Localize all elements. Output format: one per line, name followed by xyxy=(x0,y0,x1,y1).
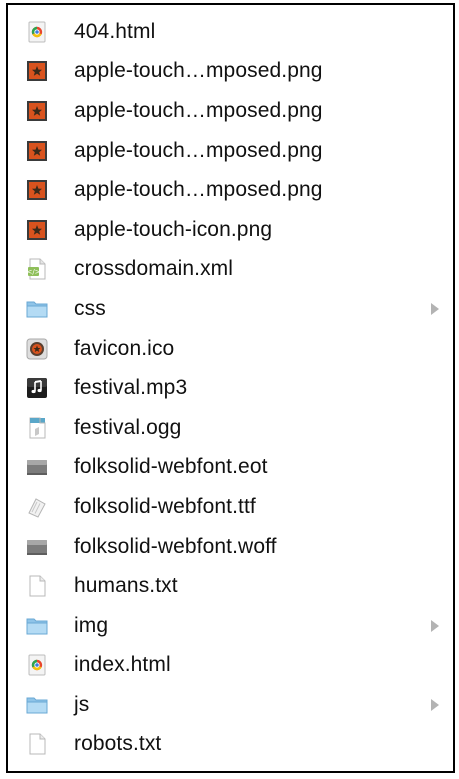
chrome-html-icon xyxy=(26,21,48,43)
svg-text:</>: </> xyxy=(26,269,40,277)
music-file-icon xyxy=(26,377,48,399)
file-row[interactable]: apple-touch…mposed.png xyxy=(8,131,453,171)
file-list: 404.html apple-touch…mposed.png apple-touc… xyxy=(8,12,453,764)
file-row[interactable]: festival.ogg xyxy=(8,408,453,448)
file-name-label: festival.ogg xyxy=(74,415,182,439)
file-row[interactable]: 404.html xyxy=(8,12,453,52)
file-name-label: crossdomain.xml xyxy=(74,257,234,281)
ico-file-icon xyxy=(26,338,48,360)
file-row[interactable]: apple-touch…mposed.png xyxy=(8,52,453,92)
file-name-label: apple-touch…mposed.png xyxy=(74,178,323,202)
file-name-label: robots.txt xyxy=(74,732,162,756)
file-name-label: humans.txt xyxy=(74,574,178,598)
png-image-icon xyxy=(26,179,48,201)
file-row[interactable]: apple-touch-icon.png xyxy=(8,210,453,250)
font-file-icon xyxy=(26,456,48,478)
file-row[interactable]: apple-touch…mposed.png xyxy=(8,170,453,210)
file-name-label: index.html xyxy=(74,653,171,677)
png-image-icon xyxy=(26,60,48,82)
file-name-label: apple-touch…mposed.png xyxy=(74,59,323,83)
file-row[interactable]: robots.txt xyxy=(8,725,453,765)
folder-row[interactable]: img xyxy=(8,606,453,646)
file-name-label: js xyxy=(74,692,90,716)
folder-icon xyxy=(26,615,48,637)
png-image-icon xyxy=(26,140,48,162)
file-name-label: folksolid-webfont.woff xyxy=(74,534,277,558)
folder-icon xyxy=(26,298,48,320)
file-row[interactable]: folksolid-webfont.woff xyxy=(8,527,453,567)
file-row[interactable]: folksolid-webfont.ttf xyxy=(8,487,453,527)
font-file-icon xyxy=(26,536,48,558)
file-row[interactable]: apple-touch…mposed.png xyxy=(8,91,453,131)
ogg-file-icon xyxy=(26,417,48,439)
file-name-label: apple-touch…mposed.png xyxy=(74,138,323,162)
folder-row[interactable]: js xyxy=(8,685,453,725)
disclosure-arrow-icon[interactable] xyxy=(431,302,439,315)
chrome-html-icon xyxy=(26,654,48,676)
disclosure-arrow-icon[interactable] xyxy=(431,698,439,711)
file-row[interactable]: folksolid-webfont.eot xyxy=(8,448,453,488)
file-name-label: folksolid-webfont.eot xyxy=(74,455,268,479)
folder-icon xyxy=(26,694,48,716)
file-name-label: img xyxy=(74,613,109,637)
text-file-icon xyxy=(26,575,48,597)
text-file-icon xyxy=(26,733,48,755)
disclosure-arrow-icon[interactable] xyxy=(431,619,439,632)
file-name-label: favicon.ico xyxy=(74,336,175,360)
file-row[interactable]: favicon.ico xyxy=(8,329,453,369)
xml-file-icon: </> xyxy=(26,258,48,280)
png-image-icon xyxy=(26,100,48,122)
file-name-label: festival.mp3 xyxy=(74,376,188,400)
ttf-font-icon xyxy=(26,496,48,518)
finder-column-pane: 404.html apple-touch…mposed.png apple-touc… xyxy=(6,3,455,773)
folder-row[interactable]: css xyxy=(8,289,453,329)
file-name-label: css xyxy=(74,296,106,320)
file-row[interactable]: index.html xyxy=(8,646,453,686)
file-name-label: apple-touch-icon.png xyxy=(74,217,273,241)
file-row[interactable]: festival.mp3 xyxy=(8,368,453,408)
file-name-label: folksolid-webfont.ttf xyxy=(74,494,256,518)
file-row[interactable]: </> crossdomain.xml xyxy=(8,250,453,290)
file-name-label: 404.html xyxy=(74,19,156,43)
png-image-icon xyxy=(26,219,48,241)
file-name-label: apple-touch…mposed.png xyxy=(74,98,323,122)
file-row[interactable]: humans.txt xyxy=(8,566,453,606)
